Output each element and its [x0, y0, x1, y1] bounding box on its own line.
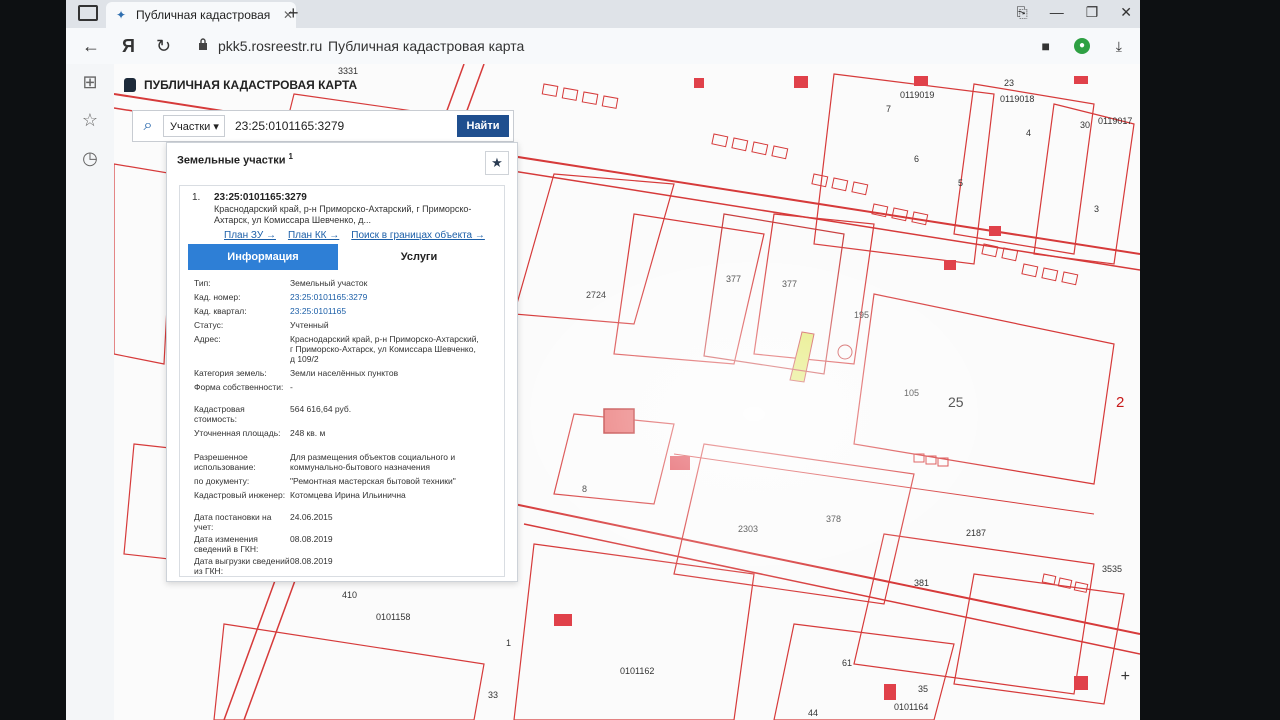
find-button[interactable]: Найти	[457, 115, 509, 137]
parcel-address-short: Краснодарский край, р-н Приморско-Ахтарс…	[214, 204, 472, 225]
card-links: План ЗУ → План КК → Поиск в границах объ…	[224, 230, 485, 241]
parcel-label: 33	[488, 690, 499, 700]
parcel-label: 3331	[338, 66, 359, 76]
url-page-title[interactable]: Публичная кадастровая карта	[328, 38, 524, 54]
parcel-label: 3535	[1102, 564, 1123, 574]
screen: ✦ Публичная кадастровая ✕ + ⎘ — ❐ ✕ ← Я …	[66, 0, 1140, 720]
plan-kk-link[interactable]: План КК →	[288, 230, 339, 241]
browser-tab-bar: ✦ Публичная кадастровая ✕ + ⎘ — ❐ ✕	[66, 0, 1140, 28]
rosreestr-logo-icon	[124, 78, 136, 92]
parcel-label: 4	[1026, 128, 1032, 138]
parcel-label: 1	[506, 638, 512, 648]
maximize-button[interactable]: ❐	[1086, 4, 1099, 21]
rosreestr-favicon-icon: ✦	[116, 8, 127, 22]
field-row-cad-number: Кад. номер: 23:25:0101165:3279	[194, 292, 480, 302]
parcel-label: 35	[918, 684, 929, 694]
field-row-export-date: Дата выгрузки сведений из ГКН: 08.08.2019	[194, 556, 333, 576]
field-row-type: Тип: Земельный участок	[194, 278, 368, 288]
parcel-label: 105	[904, 388, 920, 398]
search-bar: ⌕ Участки ▾ 23:25:0101165:3279 Найти	[132, 110, 514, 142]
parcel-label: 377	[782, 279, 798, 289]
results-panel: Земельные участки 1 ★ 1. 23:25:0101165:3…	[166, 142, 518, 582]
field-row-change-date: Дата изменения сведений в ГКН: 08.08.2019	[194, 534, 333, 554]
parcel-label: 381	[914, 578, 930, 588]
field-row-by-document: по документу: "Ремонтная мастерская бытов…	[194, 476, 456, 486]
quarter-label: 0101158	[376, 612, 411, 622]
parcel-label: 8	[582, 484, 588, 494]
field-row-ownership: Форма собственности: -	[194, 382, 293, 392]
plan-zu-link[interactable]: План ЗУ →	[224, 230, 276, 241]
parcel-label: 410	[342, 590, 358, 600]
quarter-label: 0119019	[900, 90, 935, 100]
parcel-label: 195	[854, 310, 870, 320]
cad-number-link[interactable]: 23:25:0101165:3279	[290, 292, 480, 302]
yandex-button[interactable]: Я	[122, 36, 135, 57]
download-icon[interactable]: ⤓	[1116, 38, 1122, 55]
tab-information[interactable]: Информация	[188, 244, 338, 270]
parcel-label: 61	[842, 658, 853, 668]
field-row-cadastral-value: Кадастровая стоимость: 564 616,64 руб.	[194, 404, 352, 424]
window-controls: ⎘ — ❐ ✕	[1017, 4, 1133, 21]
reload-button[interactable]: ↻	[156, 36, 171, 57]
field-row-engineer: Кадастровый инженер: Котомцева Ирина Ильи…	[194, 490, 406, 500]
search-in-bounds-link[interactable]: Поиск в границах объекта →	[351, 230, 485, 241]
app-title: ПУБЛИЧНАЯ КАДАСТРОВАЯ КАРТА	[144, 78, 358, 92]
tab-services[interactable]: Услуги	[338, 244, 500, 270]
parcel-label: 30	[1080, 120, 1091, 130]
lock-icon	[199, 38, 207, 50]
parcel-label: 2303	[738, 524, 759, 534]
block-label: 2	[1116, 394, 1125, 411]
app-header: ПУБЛИЧНАЯ КАДАСТРОВАЯ КАРТА	[124, 78, 357, 92]
tab-title: Публичная кадастровая	[136, 8, 271, 22]
field-row-area: Уточненная площадь: 248 кв. м	[194, 428, 326, 438]
favorite-star-button[interactable]: ★	[485, 151, 509, 175]
field-row-status: Статус: Учтенный	[194, 320, 329, 330]
parcel-label: 23	[1004, 78, 1015, 88]
bookmark-icon[interactable]: ■	[1042, 38, 1050, 54]
field-row-cad-quarter: Кад. квартал: 23:25:0101165	[194, 306, 480, 316]
field-row-address: Адрес: Краснодарский край, р-н Приморско-…	[194, 334, 479, 364]
field-row-land-category: Категория земель: Земли населённых пункто…	[194, 368, 399, 378]
block-label: 25	[948, 394, 964, 410]
parcel-cad-number[interactable]: 23:25:0101165:3279	[214, 192, 307, 203]
parcel-label: 6	[914, 154, 920, 164]
field-row-registration-date: Дата постановки на учет: 24.06.2015	[194, 512, 333, 532]
browser-tab[interactable]: ✦ Публичная кадастровая ✕	[106, 2, 296, 28]
quarter-label: 0119018	[1000, 94, 1035, 104]
parcel-label: 2187	[966, 528, 987, 538]
close-window-button[interactable]: ✕	[1120, 4, 1132, 21]
minimize-button[interactable]: —	[1050, 4, 1064, 21]
quarter-label: 0119017	[1098, 116, 1133, 126]
new-tab-button[interactable]: +	[288, 3, 299, 24]
card-tabs: Информация Услуги	[188, 244, 500, 270]
parcel-label: 3	[1094, 204, 1100, 214]
quarter-label: 0101162	[620, 666, 655, 676]
parcel-label: 7	[886, 104, 892, 114]
result-index: 1.	[192, 192, 201, 203]
favorites-star-icon[interactable]: ☆	[80, 110, 100, 130]
sidebar-toggle-icon[interactable]	[78, 5, 98, 21]
app-side-rail: ⊞ ☆ ◷	[66, 64, 114, 720]
cad-quarter-link[interactable]: 23:25:0101165	[290, 306, 480, 316]
parcel-label: 378	[826, 514, 842, 524]
url-domain[interactable]: pkk5.rosreestr.ru	[218, 38, 322, 54]
field-row-permitted-use: Разрешенное использование: Для размещения…	[194, 452, 456, 472]
parcel-label: 377	[726, 274, 742, 284]
quarter-label: 0101164	[894, 702, 929, 712]
address-bar: ← Я ↻ pkk5.rosreestr.ru Публичная кадаст…	[66, 28, 1140, 65]
parcel-card: 1. 23:25:0101165:3279 Краснодарский край…	[179, 185, 505, 577]
panel-heading: Земельные участки 1	[177, 152, 293, 167]
apps-grid-icon[interactable]: ⊞	[80, 72, 100, 92]
search-input[interactable]: 23:25:0101165:3279	[225, 119, 457, 133]
parcel-label: 44	[808, 708, 819, 718]
search-category-select[interactable]: Участки ▾	[163, 115, 225, 137]
zoom-in-button[interactable]: +	[1121, 668, 1130, 686]
parcel-label: 2724	[586, 290, 607, 300]
back-button[interactable]: ←	[82, 36, 100, 57]
collections-icon[interactable]: ⎘	[1017, 4, 1028, 21]
parcel-label: 5	[958, 178, 964, 188]
search-icon[interactable]: ⌕	[133, 111, 163, 141]
history-clock-icon[interactable]: ◷	[80, 148, 100, 168]
extension-icon[interactable]: ●	[1074, 38, 1090, 54]
